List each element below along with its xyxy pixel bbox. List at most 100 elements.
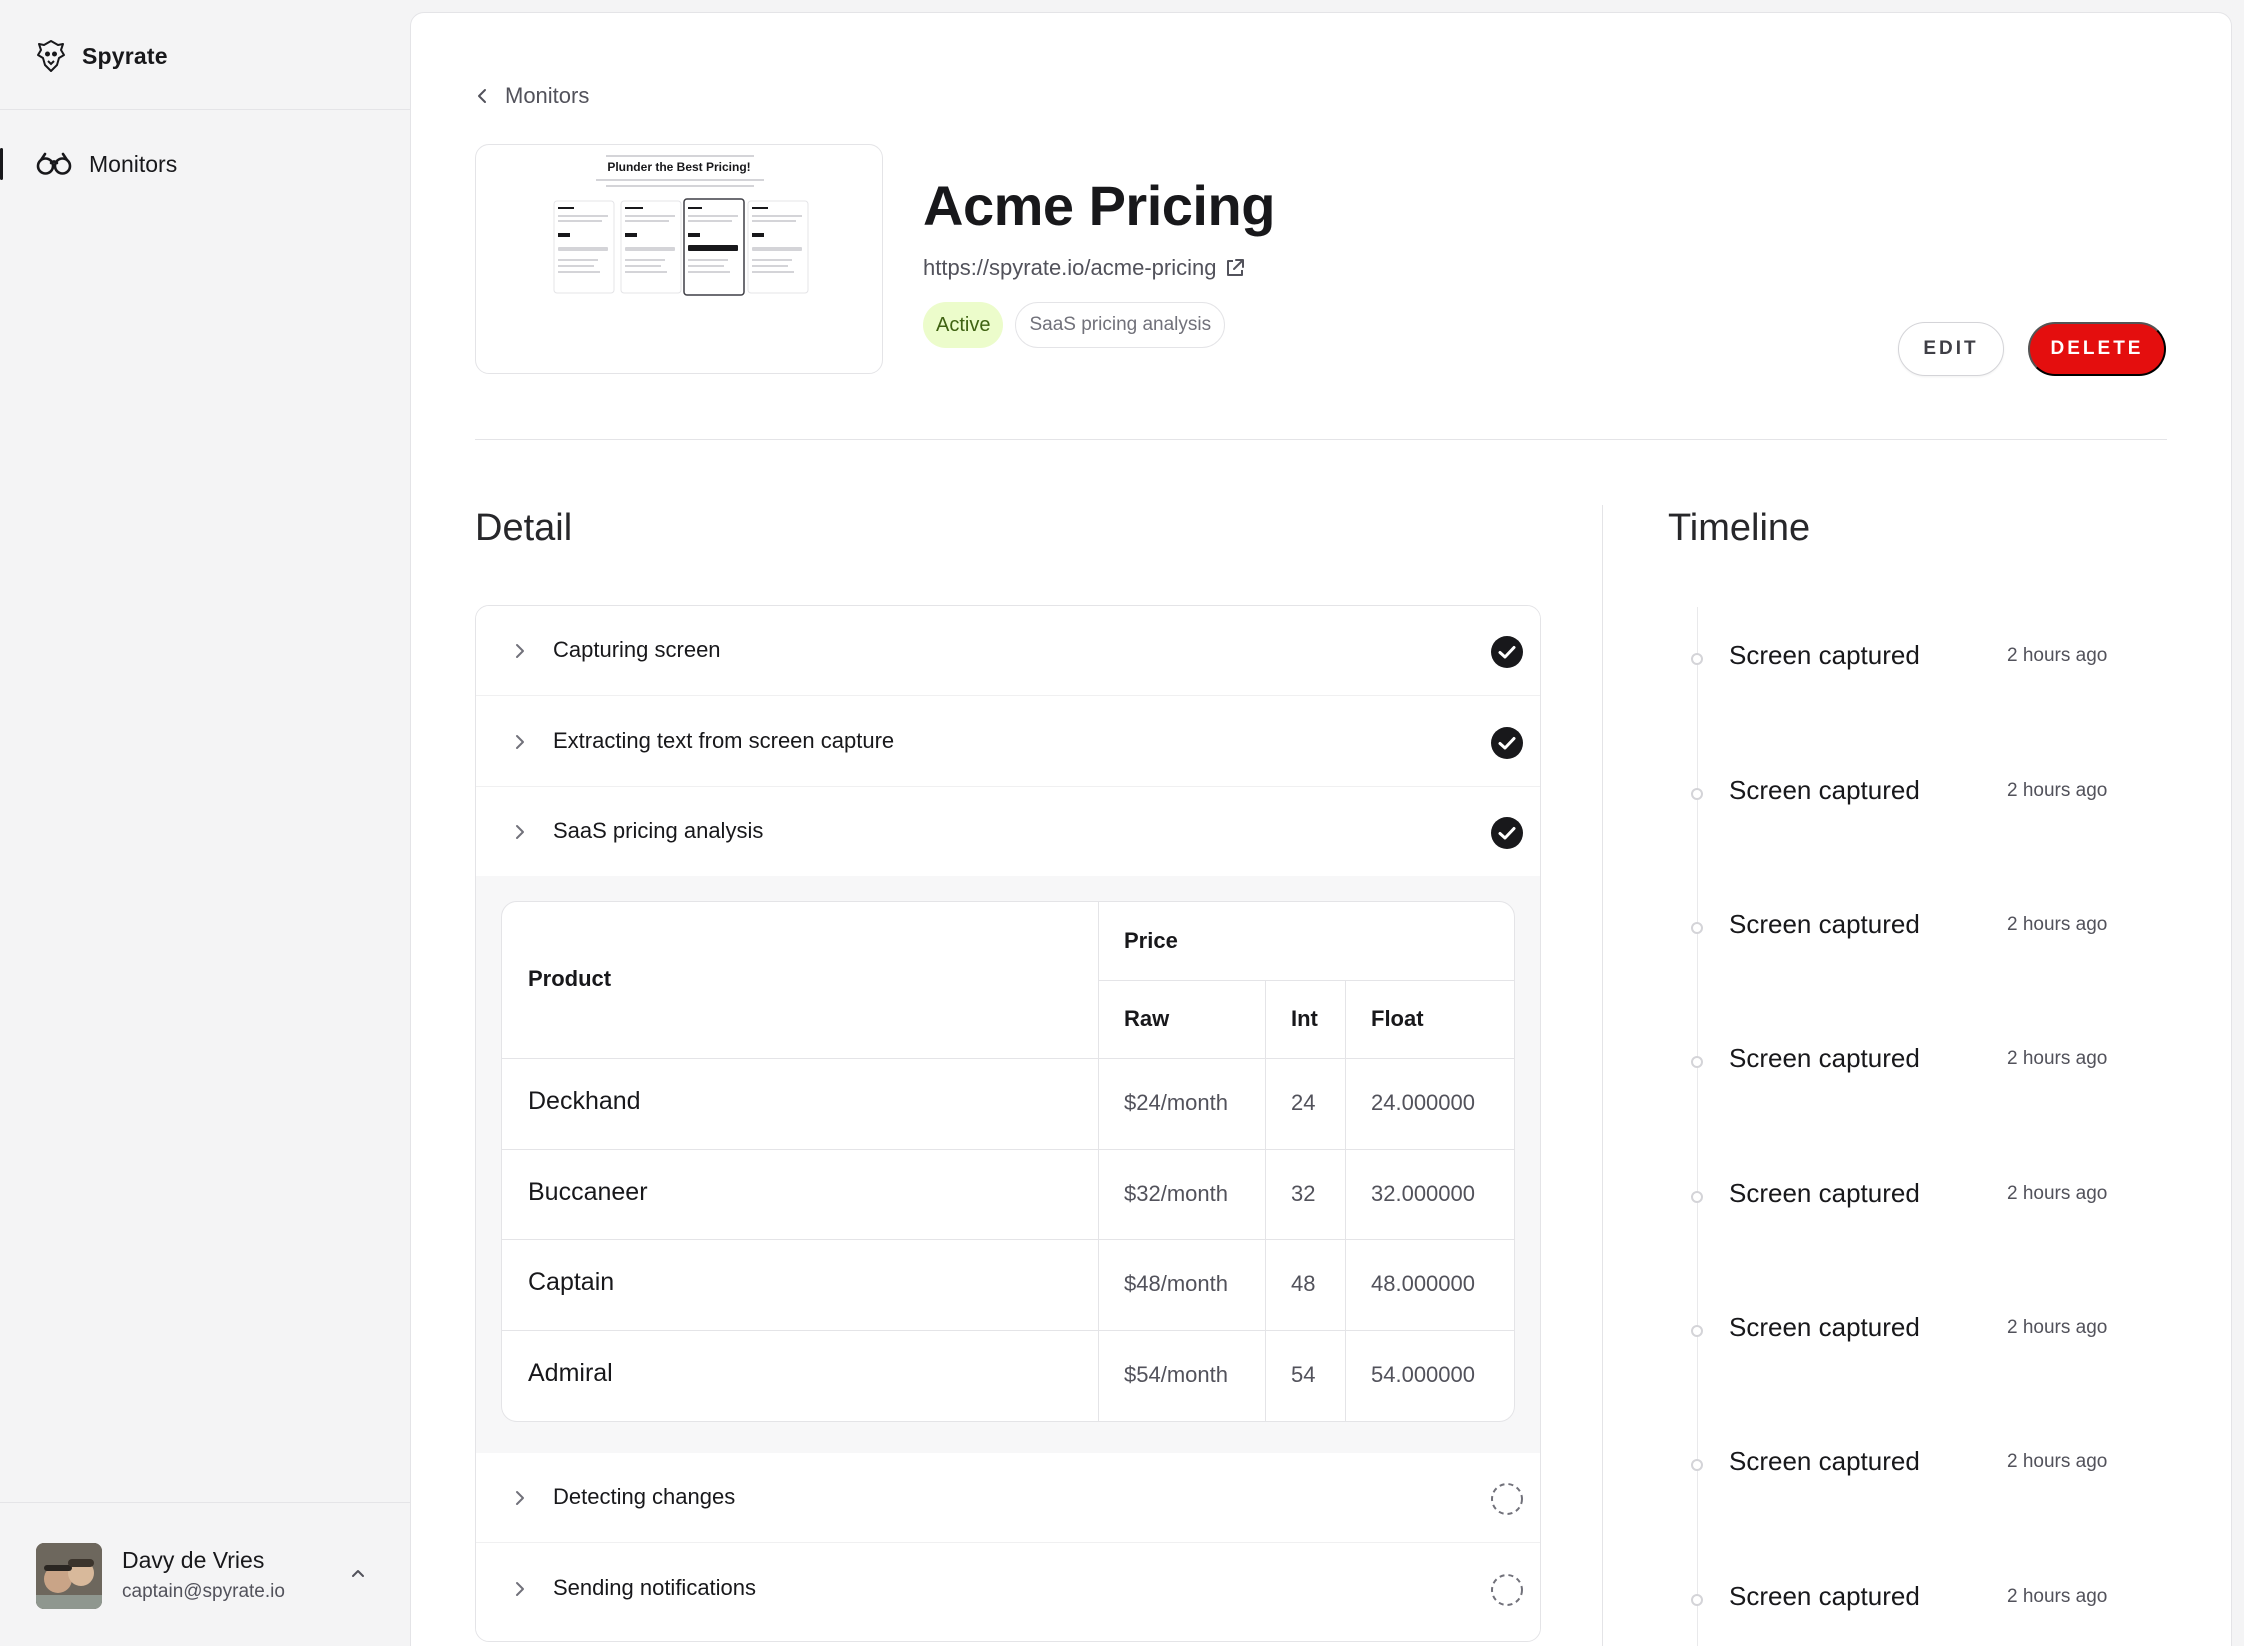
monitor-thumbnail[interactable]: Plunder the Best Pricing! <box>475 144 883 374</box>
timeline-dot <box>1691 788 1703 800</box>
binoculars-icon <box>36 152 72 175</box>
steps-card: Capturing screen Extracting text from sc… <box>475 605 1541 1642</box>
thumbnail-preview <box>553 155 809 296</box>
timeline-time: 2 hours ago <box>2007 914 2108 935</box>
cell-float: 54.000000 <box>1371 1362 1475 1387</box>
main-panel: Monitors Plunder the Best Pricing! Acme … <box>410 12 2232 1646</box>
user-name: Davy de Vries <box>122 1547 265 1573</box>
header-raw: Raw <box>1124 1006 1170 1031</box>
cell-int: 32 <box>1291 1181 1316 1206</box>
chevron-right-icon <box>516 644 524 658</box>
step-label: Extracting text from screen capture <box>553 728 895 753</box>
timeline-label: Screen captured <box>1729 1446 1920 1476</box>
delete-button[interactable]: DELETE <box>2028 322 2166 376</box>
timeline-dot <box>1691 653 1703 665</box>
step-capturing-screen[interactable]: Capturing screen <box>476 606 1540 696</box>
timeline-item[interactable]: Screen captured 2 hours ago <box>1681 1043 2181 1093</box>
status-badge: Active <box>923 302 1004 348</box>
breadcrumb[interactable]: Monitors <box>475 81 589 111</box>
cell-product: Admiral <box>528 1359 613 1387</box>
cell-int: 48 <box>1291 1271 1316 1296</box>
cell-raw: $32/month <box>1124 1181 1228 1206</box>
column-divider <box>1602 505 1603 1646</box>
column-divider <box>1345 980 1346 1421</box>
monitor-url-link[interactable]: https://spyrate.io/acme-pricing <box>923 255 1246 281</box>
timeline-item[interactable]: Screen captured 2 hours ago <box>1681 909 2181 959</box>
pending-circle-icon <box>1491 1574 1523 1606</box>
timeline-label: Screen captured <box>1729 909 1920 939</box>
cell-product: Buccaneer <box>528 1178 648 1206</box>
edit-button[interactable]: EDIT <box>1898 322 2004 376</box>
timeline-time: 2 hours ago <box>2007 1451 2108 1472</box>
step-label: SaaS pricing analysis <box>553 818 764 843</box>
sidebar-divider <box>0 109 410 110</box>
timeline-dot <box>1691 1325 1703 1337</box>
step-label: Capturing screen <box>553 637 721 662</box>
spyrate-logo-icon <box>37 40 65 72</box>
step-label: Detecting changes <box>553 1484 736 1509</box>
timeline-label: Screen captured <box>1729 640 1920 670</box>
check-circle-icon <box>1491 727 1523 759</box>
timeline-label: Screen captured <box>1729 1581 1920 1611</box>
external-link-icon <box>1227 259 1245 276</box>
chevron-right-icon <box>516 1582 524 1596</box>
cell-float: 24.000000 <box>1371 1090 1475 1115</box>
timeline-item[interactable]: Screen captured 2 hours ago <box>1681 1446 2181 1496</box>
timeline-label: Screen captured <box>1729 1312 1920 1342</box>
step-saas-pricing-analysis[interactable]: SaaS pricing analysis <box>476 787 1540 877</box>
timeline-item[interactable]: Screen captured 2 hours ago <box>1681 640 2181 690</box>
row-divider <box>502 1330 1514 1331</box>
cell-raw: $48/month <box>1124 1271 1228 1296</box>
cell-product: Captain <box>528 1268 615 1296</box>
page-title: Acme Pricing <box>923 174 1275 237</box>
step-extracting-text[interactable]: Extracting text from screen capture <box>476 697 1540 787</box>
timeline-label: Screen captured <box>1729 1043 1920 1073</box>
timeline-item[interactable]: Screen captured 2 hours ago <box>1681 1312 2181 1362</box>
cell-int: 24 <box>1291 1090 1316 1115</box>
chevron-right-icon <box>516 1491 524 1505</box>
cell-raw: $54/month <box>1124 1362 1228 1387</box>
pricing-table: Product Price Raw Int Float Deckhand $24… <box>501 901 1515 1422</box>
row-divider <box>502 1058 1514 1059</box>
detail-title: Detail <box>475 507 573 549</box>
cell-float: 48.000000 <box>1371 1271 1475 1296</box>
check-circle-icon <box>1491 817 1523 849</box>
header-int: Int <box>1291 1006 1318 1031</box>
column-divider <box>1265 980 1266 1421</box>
header-float: Float <box>1371 1006 1424 1031</box>
step-label: Sending notifications <box>553 1575 757 1600</box>
user-menu[interactable]: Davy de Vries captain@spyrate.io <box>36 1541 376 1609</box>
timeline-time: 2 hours ago <box>2007 1183 2108 1204</box>
row-divider <box>502 1149 1514 1150</box>
pending-circle-icon <box>1491 1483 1523 1515</box>
sidebar: Spyrate Monitors Davy de Vries captain@s… <box>0 0 410 1646</box>
header-divider <box>475 439 2167 440</box>
step-sending-notifications[interactable]: Sending notifications <box>476 1544 1540 1634</box>
header-price: Price <box>1124 928 1178 953</box>
chevron-right-icon <box>516 735 524 749</box>
timeline-label: Screen captured <box>1729 775 1920 805</box>
sidebar-item-label: Monitors <box>89 151 178 177</box>
timeline-dot <box>1691 1594 1703 1606</box>
timeline-title: Timeline <box>1668 507 1811 549</box>
timeline-item[interactable]: Screen captured 2 hours ago <box>1681 1581 2181 1631</box>
timeline-time: 2 hours ago <box>2007 645 2108 666</box>
analysis-result: Product Price Raw Int Float Deckhand $24… <box>476 876 1540 1453</box>
chevron-up-icon[interactable] <box>348 1563 368 1583</box>
timeline-label: Screen captured <box>1729 1178 1920 1208</box>
sidebar-item-monitors[interactable]: Monitors <box>0 142 410 186</box>
cell-int: 54 <box>1291 1362 1316 1387</box>
check-circle-icon <box>1491 636 1523 668</box>
header-product: Product <box>528 966 612 991</box>
timeline-item[interactable]: Screen captured 2 hours ago <box>1681 775 2181 825</box>
cell-product: Deckhand <box>528 1087 641 1115</box>
brand[interactable]: Spyrate <box>36 36 168 76</box>
timeline-item[interactable]: Screen captured 2 hours ago <box>1681 1178 2181 1228</box>
timeline-dot <box>1691 1191 1703 1203</box>
timeline-dot <box>1691 1056 1703 1068</box>
step-detecting-changes[interactable]: Detecting changes <box>476 1453 1540 1543</box>
active-indicator <box>0 148 3 180</box>
sidebar-divider <box>0 1502 410 1503</box>
tag-list: Active SaaS pricing analysis <box>923 302 1226 348</box>
timeline-time: 2 hours ago <box>2007 1317 2108 1338</box>
